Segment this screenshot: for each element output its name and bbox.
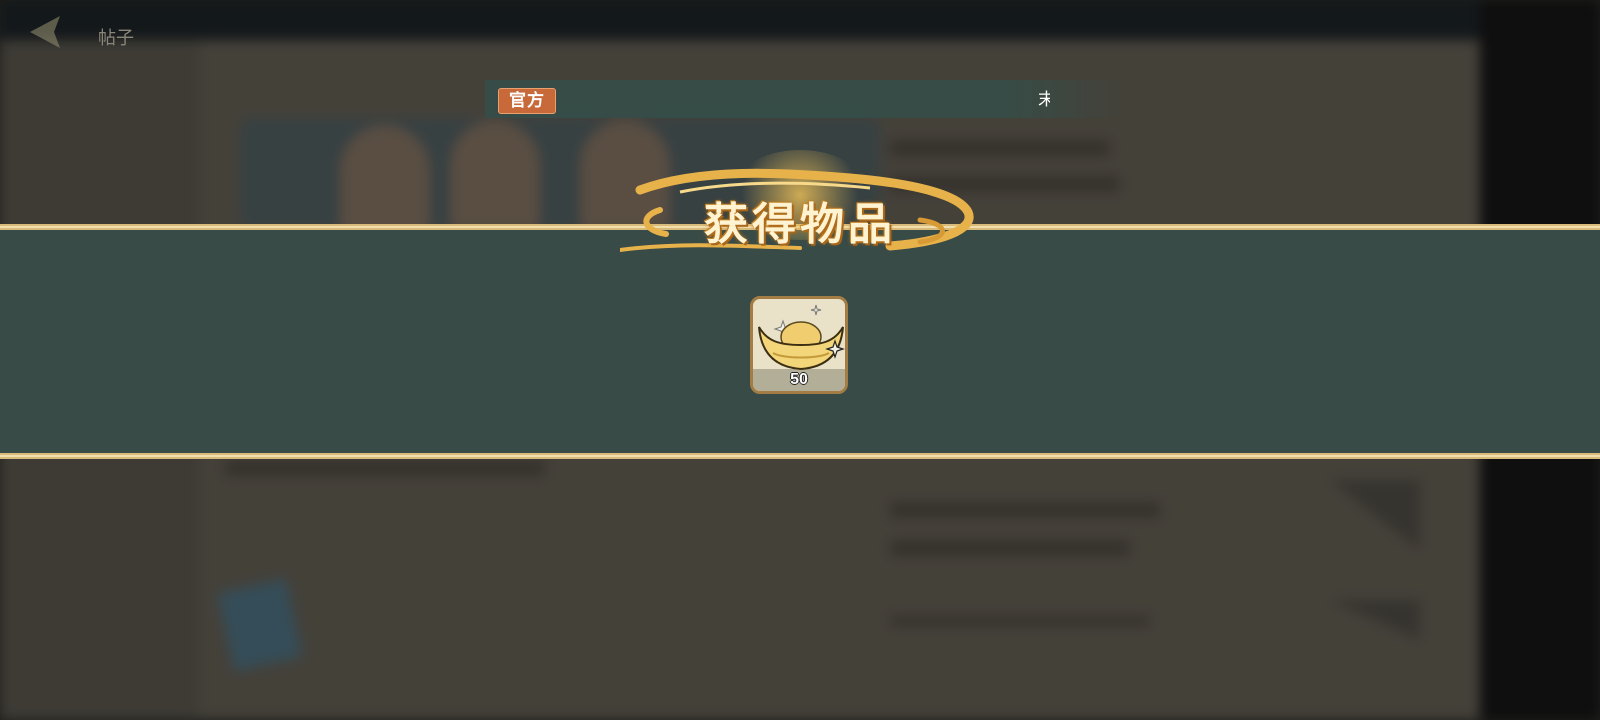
reward-title: 获得物品 bbox=[704, 199, 896, 250]
reward-item-slot[interactable]: 50 bbox=[750, 296, 848, 394]
notice-text: 末 bbox=[1038, 90, 1050, 110]
official-tag: 官方 bbox=[498, 88, 556, 114]
reward-title-banner: 获得物品 bbox=[620, 150, 980, 260]
back-button[interactable] bbox=[26, 14, 72, 50]
back-arrow-icon bbox=[30, 16, 60, 48]
notice-bar[interactable] bbox=[485, 80, 1125, 118]
item-count: 50 bbox=[790, 371, 808, 388]
reward-panel-bottom-border bbox=[0, 453, 1600, 459]
back-label: 帖子 bbox=[98, 28, 134, 49]
